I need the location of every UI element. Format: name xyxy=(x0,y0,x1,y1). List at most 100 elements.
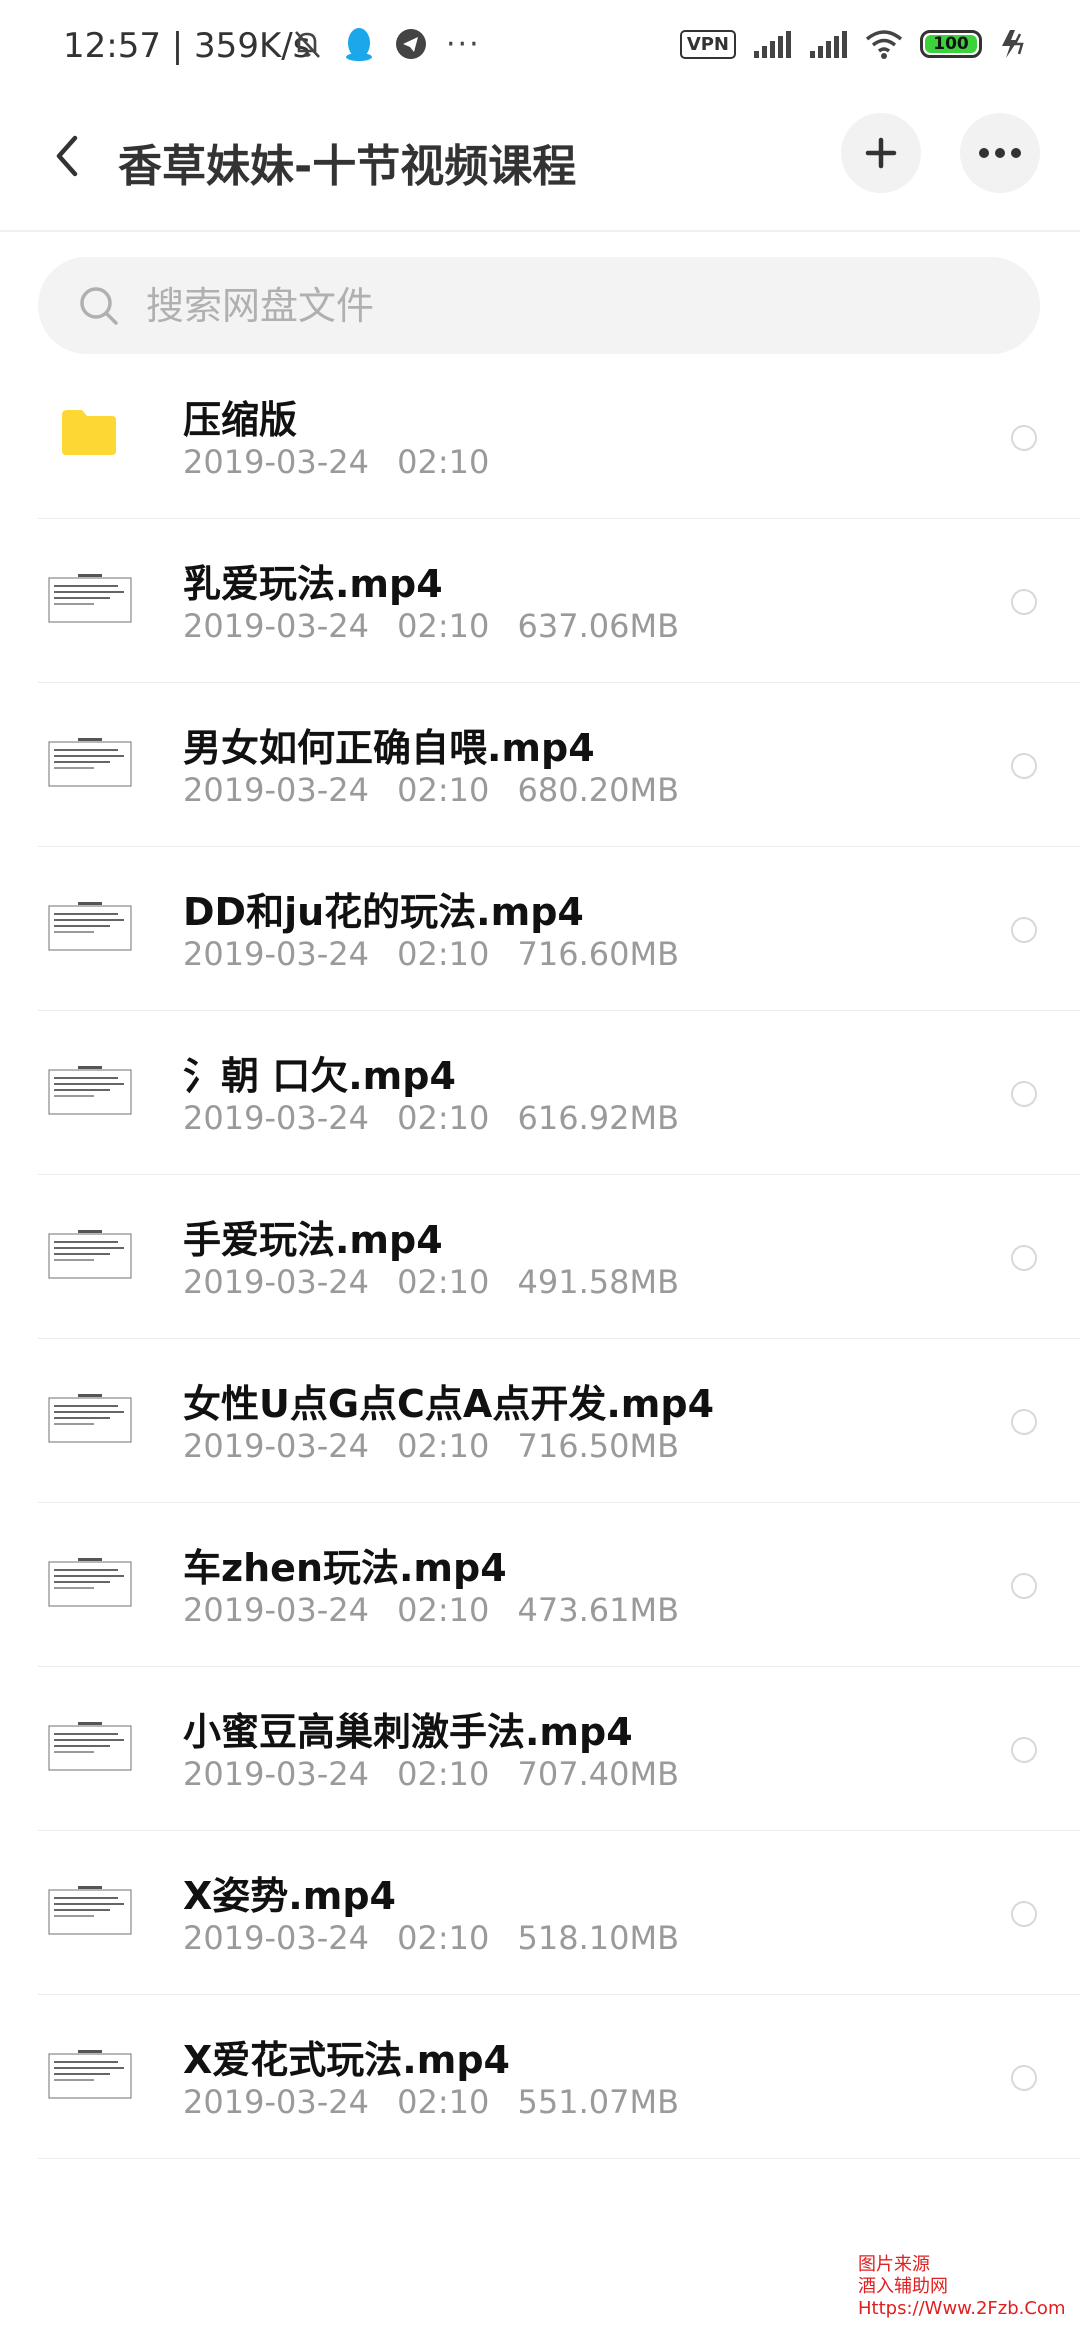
select-checkbox[interactable] xyxy=(1011,753,1037,779)
video-thumbnail-icon xyxy=(48,1558,132,1607)
file-time: 02:10 xyxy=(397,1427,490,1465)
file-list-item[interactable]: X爱花式玩法.mp4 2019-03-24 02:10 551.07MB xyxy=(38,1995,1080,2159)
signal-1-icon xyxy=(754,31,791,58)
file-list: 压缩版 2019-03-24 02:10 乳爱玩法.mp4 2019-03-24… xyxy=(0,355,1080,2159)
file-time: 02:10 xyxy=(397,1591,490,1629)
file-list-item[interactable]: 乳爱玩法.mp4 2019-03-24 02:10 637.06MB xyxy=(38,519,1080,683)
select-checkbox[interactable] xyxy=(1011,917,1037,943)
file-meta: 2019-03-24 02:10 707.40MB xyxy=(183,1755,679,1793)
file-size: 551.07MB xyxy=(517,2083,680,2121)
file-meta: 2019-03-24 02:10 616.92MB xyxy=(183,1099,679,1137)
file-size: 716.60MB xyxy=(517,935,680,973)
file-time: 02:10 xyxy=(397,1099,490,1137)
status-time-speed: 12:57 | 359K/s xyxy=(63,26,311,66)
watermark-line-2: 酒入辅助网 xyxy=(858,2276,948,2297)
file-meta: 2019-03-24 02:10 716.60MB xyxy=(183,935,679,973)
back-button[interactable] xyxy=(40,128,96,184)
more-options-button[interactable] xyxy=(960,113,1040,193)
file-name: X爱花式玩法.mp4 xyxy=(183,2038,510,2082)
file-list-item[interactable]: 小蜜豆高巢刺激手法.mp4 2019-03-24 02:10 707.40MB xyxy=(38,1667,1080,1831)
folder-icon xyxy=(62,410,116,455)
select-checkbox[interactable] xyxy=(1011,425,1037,451)
file-size: 518.10MB xyxy=(517,1919,680,1957)
qq-penguin-icon xyxy=(346,28,372,61)
file-size: 716.50MB xyxy=(517,1427,680,1465)
file-list-item[interactable]: 氵朝 口欠.mp4 2019-03-24 02:10 616.92MB xyxy=(38,1011,1080,1175)
file-size: 637.06MB xyxy=(517,607,680,645)
charging-bolt-icon xyxy=(1002,30,1024,58)
search-icon xyxy=(80,287,118,325)
file-size: 491.58MB xyxy=(517,1263,680,1301)
file-name: X姿势.mp4 xyxy=(183,1874,396,1918)
file-list-item[interactable]: 车zhen玩法.mp4 2019-03-24 02:10 473.61MB xyxy=(38,1503,1080,1667)
file-list-item[interactable]: 女性U点G点C点A点开发.mp4 2019-03-24 02:10 716.50… xyxy=(38,1339,1080,1503)
file-name: 压缩版 xyxy=(183,398,298,442)
file-meta: 2019-03-24 02:10 473.61MB xyxy=(183,1591,679,1629)
vpn-badge: VPN xyxy=(679,29,736,59)
file-meta: 2019-03-24 02:10 xyxy=(183,443,489,481)
select-checkbox[interactable] xyxy=(1011,1573,1037,1599)
file-date: 2019-03-24 xyxy=(183,2083,369,2121)
battery-text: 100 xyxy=(933,34,969,54)
file-time: 02:10 xyxy=(397,443,490,481)
add-button[interactable] xyxy=(841,113,921,193)
file-name: 女性U点G点C点A点开发.mp4 xyxy=(183,1382,715,1426)
status-bar: 12:57 | 359K/s ··· VPN 100 xyxy=(0,0,1080,100)
file-name: DD和ju花的玩法.mp4 xyxy=(183,890,584,934)
file-name: 手爱玩法.mp4 xyxy=(183,1218,443,1262)
select-checkbox[interactable] xyxy=(1011,1409,1037,1435)
file-date: 2019-03-24 xyxy=(183,1427,369,1465)
file-list-item[interactable]: DD和ju花的玩法.mp4 2019-03-24 02:10 716.60MB xyxy=(38,847,1080,1011)
watermark-line-3: Https://Www.2Fzb.Com xyxy=(858,2298,1066,2319)
chevron-left-icon xyxy=(56,135,78,177)
file-time: 02:10 xyxy=(397,771,490,809)
file-time: 02:10 xyxy=(397,607,490,645)
video-thumbnail-icon xyxy=(48,1066,132,1115)
watermark-line-1: 图片来源 xyxy=(858,2254,930,2275)
file-name: 氵朝 口欠.mp4 xyxy=(183,1054,456,1098)
file-meta: 2019-03-24 02:10 716.50MB xyxy=(183,1427,679,1465)
video-thumbnail-icon xyxy=(48,738,132,787)
watermark: 图片来源 酒入辅助网 Https://Www.2Fzb.Com xyxy=(858,2254,1065,2320)
battery-indicator: 100 xyxy=(920,30,982,58)
file-size: 707.40MB xyxy=(517,1755,680,1793)
file-date: 2019-03-24 xyxy=(183,935,369,973)
wifi-icon xyxy=(865,30,903,59)
file-date: 2019-03-24 xyxy=(183,771,369,809)
file-name: 男女如何正确自喂.mp4 xyxy=(183,726,595,770)
file-time: 02:10 xyxy=(397,1263,490,1301)
video-thumbnail-icon xyxy=(48,902,132,951)
select-checkbox[interactable] xyxy=(1011,1901,1037,1927)
file-date: 2019-03-24 xyxy=(183,1919,369,1957)
video-thumbnail-icon xyxy=(48,2050,132,2099)
system-icons: VPN 100 xyxy=(679,28,1028,60)
file-meta: 2019-03-24 02:10 680.20MB xyxy=(183,771,679,809)
more-horizontal-icon xyxy=(979,148,1021,158)
file-meta: 2019-03-24 02:10 551.07MB xyxy=(183,2083,679,2121)
file-list-item[interactable]: 手爱玩法.mp4 2019-03-24 02:10 491.58MB xyxy=(38,1175,1080,1339)
mute-bell-icon xyxy=(295,31,320,58)
video-thumbnail-icon xyxy=(48,1886,132,1935)
select-checkbox[interactable] xyxy=(1011,1245,1037,1271)
file-meta: 2019-03-24 02:10 518.10MB xyxy=(183,1919,679,1957)
file-time: 02:10 xyxy=(397,1919,490,1957)
select-checkbox[interactable] xyxy=(1011,1737,1037,1763)
video-thumbnail-icon xyxy=(48,574,132,623)
file-date: 2019-03-24 xyxy=(183,1591,369,1629)
file-list-item[interactable]: 压缩版 2019-03-24 02:10 xyxy=(38,355,1080,519)
search-bar[interactable] xyxy=(38,257,1040,354)
file-size: 680.20MB xyxy=(517,771,680,809)
file-date: 2019-03-24 xyxy=(183,1263,369,1301)
video-thumbnail-icon xyxy=(48,1394,132,1443)
select-checkbox[interactable] xyxy=(1011,1081,1037,1107)
file-list-item[interactable]: X姿势.mp4 2019-03-24 02:10 518.10MB xyxy=(38,1831,1080,1995)
file-list-item[interactable]: 男女如何正确自喂.mp4 2019-03-24 02:10 680.20MB xyxy=(38,683,1080,847)
page-title: 香草妹妹-十节视频课程 xyxy=(118,141,577,192)
file-size: 473.61MB xyxy=(517,1591,680,1629)
file-date: 2019-03-24 xyxy=(183,607,369,645)
select-checkbox[interactable] xyxy=(1011,589,1037,615)
select-checkbox[interactable] xyxy=(1011,2065,1037,2091)
file-meta: 2019-03-24 02:10 637.06MB xyxy=(183,607,679,645)
search-input[interactable] xyxy=(144,269,1008,343)
telegram-icon xyxy=(396,29,426,59)
